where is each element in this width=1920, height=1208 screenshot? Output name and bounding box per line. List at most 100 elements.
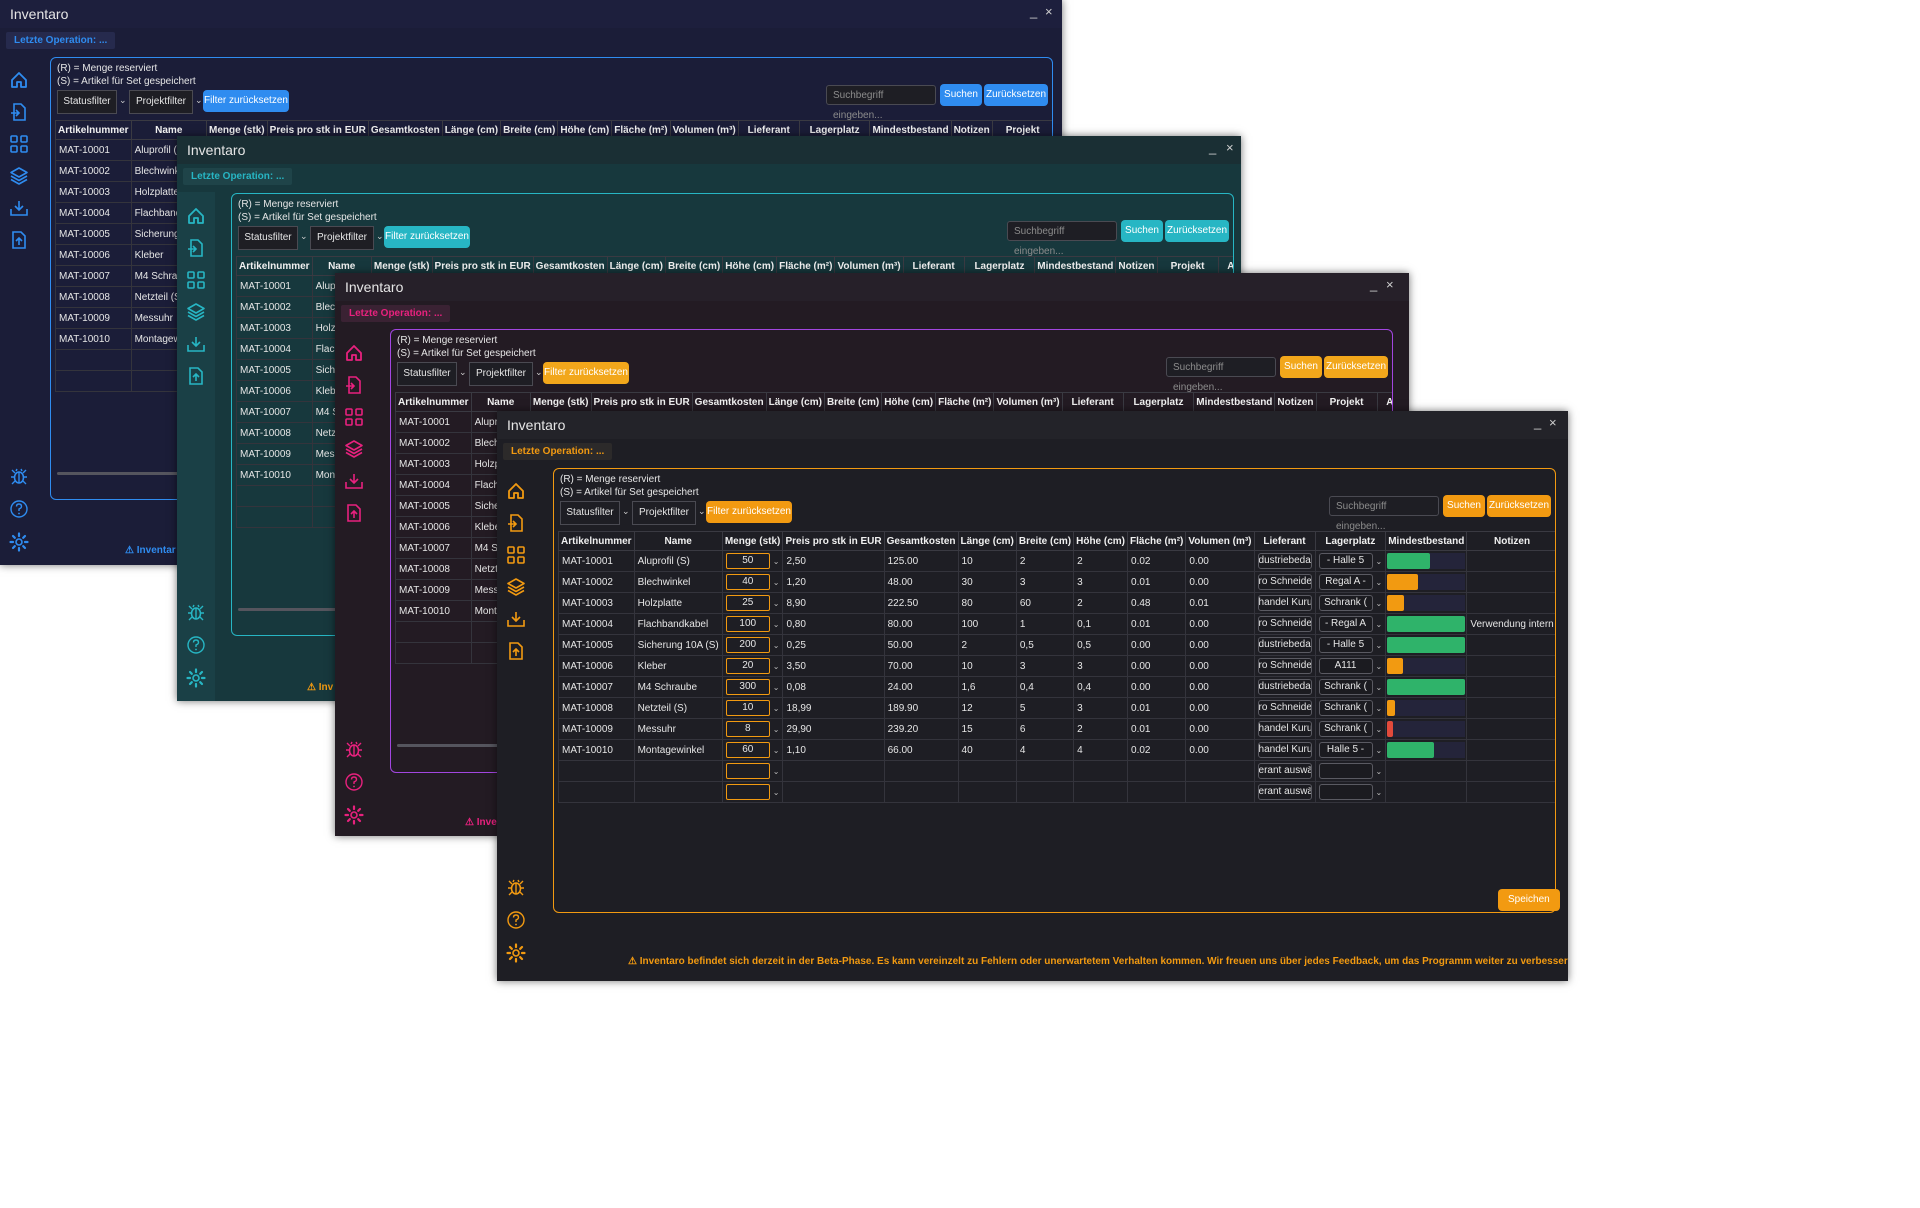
grid-icon[interactable]: [9, 134, 29, 154]
table-cell[interactable]: 40: [957, 739, 1017, 761]
table-cell[interactable]: 3: [1073, 655, 1129, 677]
layers-icon[interactable]: [344, 439, 364, 459]
column-header[interactable]: Menge (stk): [529, 392, 592, 412]
column-header[interactable]: Länge (cm): [957, 531, 1017, 551]
table-cell[interactable]: [1466, 739, 1555, 761]
home-icon[interactable]: [186, 206, 206, 226]
grid-icon[interactable]: [506, 545, 526, 565]
table-cell[interactable]: 0.00: [1185, 697, 1255, 719]
table-cell[interactable]: [1466, 550, 1555, 572]
column-header[interactable]: Breite (cm): [823, 392, 883, 412]
table-cell[interactable]: 0.02: [1127, 550, 1187, 572]
table-row[interactable]: MAT-10001 Aluprofil (S) 50 ⌄ 2,50 125.00 10 2 2 0…: [558, 550, 1555, 572]
table-cell[interactable]: MAT-10002: [558, 571, 635, 593]
bug-icon[interactable]: [506, 877, 526, 897]
search-reset-button[interactable]: Zurücksetzen: [1165, 220, 1229, 242]
table-cell[interactable]: 0.00: [1185, 613, 1255, 635]
quantity-input[interactable]: 10: [725, 700, 770, 716]
table-row[interactable]: MAT-10007 M4 Schraube 300 ⌄ 0,08 24.00 1,6 0,4 0…: [558, 676, 1555, 698]
close-button[interactable]: ×: [1226, 140, 1234, 155]
column-header[interactable]: Projekt: [1315, 392, 1378, 412]
table-cell[interactable]: 0.00: [1185, 550, 1255, 572]
table-cell[interactable]: 125.00: [883, 550, 959, 572]
chevron-down-icon[interactable]: ⌄: [773, 662, 780, 671]
table-cell[interactable]: MAT-10001: [558, 550, 635, 572]
table-cell[interactable]: [1385, 634, 1468, 656]
table-cell[interactable]: 2: [1073, 718, 1129, 740]
table-cell[interactable]: [957, 781, 1017, 803]
quantity-input[interactable]: [725, 784, 770, 800]
table-cell[interactable]: 0.48: [1127, 592, 1187, 614]
table-cell[interactable]: - Halle 5⌄: [1314, 550, 1387, 572]
table-cell[interactable]: [957, 760, 1017, 782]
chevron-down-icon[interactable]: ⌄: [459, 367, 467, 378]
chevron-down-icon[interactable]: ⌄: [1376, 662, 1383, 671]
quantity-input[interactable]: 50: [725, 553, 770, 569]
table-cell[interactable]: 0,25: [782, 634, 885, 656]
column-header[interactable]: Name: [470, 392, 531, 412]
table-cell[interactable]: erant auswä: [1253, 760, 1316, 782]
table-cell[interactable]: [633, 760, 723, 782]
chevron-down-icon[interactable]: ⌄: [773, 725, 780, 734]
table-cell[interactable]: MAT-10008: [236, 422, 313, 444]
layers-icon[interactable]: [9, 166, 29, 186]
supplier-select[interactable]: ro Schneide: [1257, 700, 1312, 716]
table-cell[interactable]: ⌄: [1314, 781, 1387, 803]
location-select[interactable]: A111: [1318, 658, 1373, 674]
table-cell[interactable]: Halle 5 - ⌄: [1314, 739, 1387, 761]
table-cell[interactable]: 3: [1015, 655, 1075, 677]
chevron-down-icon[interactable]: ⌄: [1376, 767, 1383, 776]
import-icon[interactable]: [186, 238, 206, 258]
table-cell[interactable]: 5: [1015, 697, 1075, 719]
table-cell[interactable]: MAT-10005: [55, 223, 132, 245]
table-cell[interactable]: 40 ⌄: [721, 571, 784, 593]
table-cell[interactable]: 30: [957, 571, 1017, 593]
search-input[interactable]: Suchbegriff eingeben...: [1007, 221, 1117, 257]
chevron-down-icon[interactable]: ⌄: [773, 557, 780, 566]
table-row[interactable]: MAT-10008 Netzteil (S) 10 ⌄ 18,99 189.90 12 5 3 0…: [558, 697, 1555, 719]
supplier-select[interactable]: dustriebeda: [1257, 637, 1312, 653]
table-cell[interactable]: ⌄: [721, 781, 784, 803]
home-icon[interactable]: [344, 343, 364, 363]
column-header[interactable]: Lieferant: [1253, 531, 1316, 551]
chevron-down-icon[interactable]: ⌄: [195, 95, 203, 106]
table-cell[interactable]: MAT-10005: [395, 495, 472, 517]
table-cell[interactable]: 15: [957, 718, 1017, 740]
table-cell[interactable]: 66.00: [883, 739, 959, 761]
table-row[interactable]: MAT-10009 Messuhr 8 ⌄ 29,90 239.20 15 6 2 0.01 0.0…: [558, 718, 1555, 740]
project-filter[interactable]: Projektfilter: [310, 226, 374, 250]
chevron-down-icon[interactable]: ⌄: [773, 746, 780, 755]
table-cell[interactable]: Schrank (⌄: [1314, 718, 1387, 740]
chevron-down-icon[interactable]: ⌄: [535, 367, 543, 378]
table-cell[interactable]: 4: [1015, 739, 1075, 761]
chevron-down-icon[interactable]: ⌄: [376, 231, 384, 242]
download-icon[interactable]: [344, 471, 364, 491]
reset-filter-button[interactable]: Filter zurücksetzen: [203, 90, 289, 112]
location-select[interactable]: Schrank (: [1318, 595, 1373, 611]
column-header[interactable]: Artikelnummer: [236, 256, 313, 276]
search-button[interactable]: Suchen: [940, 84, 982, 106]
table-cell[interactable]: [1185, 760, 1255, 782]
quantity-input[interactable]: 20: [725, 658, 770, 674]
table-cell[interactable]: 189.90: [883, 697, 959, 719]
table-cell[interactable]: 10 ⌄: [721, 697, 784, 719]
reset-filter-button[interactable]: Filter zurücksetzen: [706, 501, 792, 523]
table-cell[interactable]: 0,4: [1073, 676, 1129, 698]
table-cell[interactable]: 0.01: [1127, 613, 1187, 635]
table-cell[interactable]: MAT-10003: [55, 181, 132, 203]
table-cell[interactable]: 0.00: [1127, 676, 1187, 698]
table-cell[interactable]: [883, 781, 959, 803]
table-row[interactable]: MAT-10002 Blechwinkel 40 ⌄ 1,20 48.00 30 3 3 0.01…: [558, 571, 1555, 593]
table-cell[interactable]: [1466, 655, 1555, 677]
chevron-down-icon[interactable]: ⌄: [300, 231, 308, 242]
table-cell[interactable]: 0,1: [1073, 613, 1129, 635]
supplier-select[interactable]: ro Schneide: [1257, 658, 1312, 674]
download-icon[interactable]: [9, 198, 29, 218]
table-cell[interactable]: 29,90: [782, 718, 885, 740]
supplier-select[interactable]: ro Schneide: [1257, 616, 1312, 632]
chevron-down-icon[interactable]: ⌄: [119, 95, 127, 106]
table-cell[interactable]: [55, 349, 132, 371]
table-cell[interactable]: 3,50: [782, 655, 885, 677]
table-row[interactable]: MAT-10003 Holzplatte 25 ⌄ 8,90 222.50 80 60 2 0.4…: [558, 592, 1555, 614]
table-cell[interactable]: MAT-10004: [558, 613, 635, 635]
